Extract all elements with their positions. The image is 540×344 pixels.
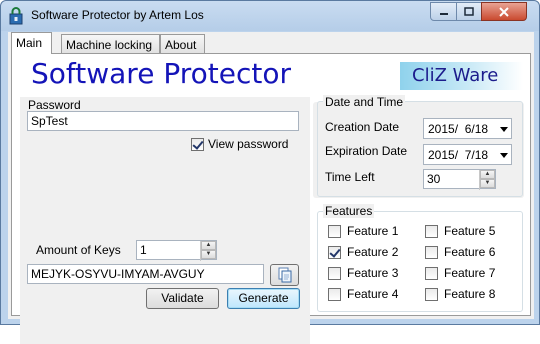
maximize-button[interactable] [456, 2, 482, 21]
validate-button[interactable]: Validate [146, 288, 219, 309]
amount-of-keys-stepper[interactable]: 1 ▲ ▼ [136, 240, 217, 261]
amount-of-keys-label: Amount of Keys [36, 243, 121, 257]
feature-4-checkbox[interactable] [328, 288, 341, 301]
main-tab-panel: Software Protector CliZ Ware Password Sp… [11, 53, 531, 344]
spin-up-icon[interactable]: ▲ [201, 241, 216, 250]
feature-3-checkbox[interactable] [328, 267, 341, 280]
chevron-down-icon[interactable] [500, 153, 508, 158]
amount-of-keys-value: 1 [140, 243, 147, 257]
feature-6-label: Feature 6 [444, 245, 496, 259]
client-area: Main Machine locking About Software Prot… [8, 32, 534, 344]
password-label: Password [28, 98, 81, 112]
creation-date-value: 2015/ 6/18 [428, 122, 489, 136]
feature-1-label: Feature 1 [347, 224, 399, 238]
feature-6-checkbox[interactable] [425, 246, 438, 259]
feature-5-label: Feature 5 [444, 224, 496, 238]
tab-main-label: Main [16, 36, 43, 50]
view-password-label: View password [208, 137, 289, 151]
generated-key-field[interactable]: MEJYK-OSYVU-IMYAM-AVGUY [27, 264, 264, 284]
amount-spinner[interactable]: ▲ ▼ [200, 241, 216, 261]
brand-logo: CliZ Ware [400, 62, 523, 90]
tab-machine-locking[interactable]: Machine locking [61, 34, 160, 54]
expiration-date-value: 2015/ 7/18 [428, 148, 489, 162]
tab-about[interactable]: About [160, 34, 205, 54]
features-group-title: Features [323, 204, 375, 218]
time-left-value: 30 [427, 172, 441, 186]
spin-up-icon[interactable]: ▲ [480, 170, 495, 179]
minimize-button[interactable] [430, 2, 457, 21]
feature-3-label: Feature 3 [347, 266, 399, 280]
creation-date-label: Creation Date [325, 120, 400, 134]
spin-down-icon[interactable]: ▼ [201, 250, 216, 259]
license-panel: Password SpTest View password Amount of … [20, 97, 310, 344]
tab-about-label: About [165, 38, 197, 52]
date-time-group: Date and Time Creation Date 2015/ 6/18 E… [317, 95, 523, 197]
feature-7-label: Feature 7 [444, 266, 496, 280]
features-group: Features Feature 1 Feature 2 Feature 3 F… [317, 204, 523, 312]
spin-down-icon[interactable]: ▼ [480, 179, 495, 188]
view-password-checkbox[interactable] [191, 138, 204, 151]
time-left-stepper[interactable]: 30 ▲ ▼ [423, 169, 496, 190]
maximize-icon [464, 7, 474, 16]
date-time-group-title: Date and Time [323, 95, 406, 109]
feature-4-label: Feature 4 [347, 287, 399, 301]
creation-date-picker[interactable]: 2015/ 6/18 [423, 118, 512, 139]
minimize-icon [439, 12, 448, 15]
copy-icon [278, 267, 291, 283]
close-button[interactable] [481, 2, 527, 21]
time-left-label: Time Left [325, 170, 375, 184]
chevron-down-icon[interactable] [500, 127, 508, 132]
expiration-date-label: Expiration Date [325, 144, 408, 158]
password-input[interactable]: SpTest [27, 111, 299, 131]
generate-button[interactable]: Generate [227, 288, 300, 309]
expiration-date-picker[interactable]: 2015/ 7/18 [423, 144, 512, 165]
app-lock-icon [9, 7, 23, 25]
app-window: Software Protector by Artem Los Main Mac… [0, 0, 540, 344]
tab-machine-locking-label: Machine locking [66, 38, 153, 52]
banner: Software Protector CliZ Ware [19, 57, 530, 92]
window-title: Software Protector by Artem Los [31, 8, 204, 22]
feature-8-checkbox[interactable] [425, 288, 438, 301]
feature-5-checkbox[interactable] [425, 225, 438, 238]
title-bar[interactable]: Software Protector by Artem Los [1, 1, 539, 31]
feature-2-checkbox[interactable] [328, 246, 341, 259]
feature-1-checkbox[interactable] [328, 225, 341, 238]
copy-key-button[interactable] [270, 264, 299, 286]
feature-8-label: Feature 8 [444, 287, 496, 301]
close-icon [499, 6, 509, 17]
banner-title: Software Protector [31, 57, 291, 90]
feature-7-checkbox[interactable] [425, 267, 438, 280]
feature-2-label: Feature 2 [347, 245, 399, 259]
tab-main[interactable]: Main [11, 32, 52, 54]
time-left-spinner[interactable]: ▲ ▼ [479, 170, 495, 190]
